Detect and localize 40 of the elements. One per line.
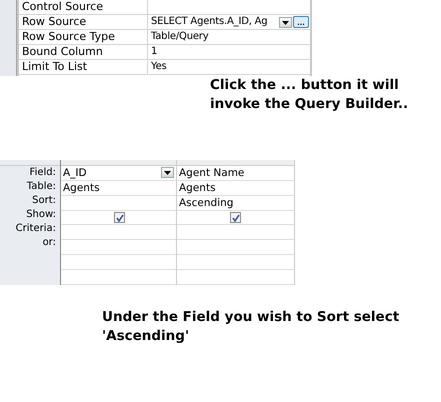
cell-text: Agents: [63, 182, 101, 194]
grid-cell[interactable]: A_ID: [61, 166, 176, 181]
show-checkbox[interactable]: [114, 212, 125, 224]
row-label: or:: [42, 236, 57, 250]
instruction-text: Click the ... button it will invoke the Query Builder..: [210, 76, 410, 114]
dropdown-button[interactable]: [279, 16, 292, 28]
property-label: Limit To List: [19, 60, 148, 74]
property-value[interactable]: 1: [148, 45, 310, 59]
property-value-text: SELECT Agents.A_ID, Ag: [151, 15, 268, 29]
property-label: Row Source Type: [19, 30, 148, 44]
property-value-text: Yes: [151, 60, 168, 74]
cell-text: Agents: [179, 182, 217, 194]
property-value[interactable]: SELECT Agents.A_ID, Ag ...: [148, 15, 310, 29]
property-value-text: Table/Query: [151, 30, 210, 44]
field-name: Agent Name: [179, 166, 246, 179]
property-label: Bound Column: [19, 45, 148, 59]
property-label: Control Source: [19, 0, 148, 14]
row-label: Criteria:: [14, 222, 57, 236]
grid-cell[interactable]: Ascending: [177, 196, 294, 211]
row-label: Sort:: [31, 194, 57, 208]
dropdown-button[interactable]: [161, 167, 174, 178]
grid-cell[interactable]: Agents: [177, 180, 294, 196]
grid-cell[interactable]: Agents: [61, 180, 176, 196]
show-checkbox[interactable]: [230, 212, 241, 224]
row-label: Table:: [26, 180, 57, 194]
grid-cell[interactable]: Agent Name: [177, 166, 294, 181]
caret-icon: [164, 171, 171, 176]
row-label: Show:: [25, 208, 57, 222]
checkmark-icon: [116, 214, 124, 222]
field-name: A_ID: [63, 166, 88, 179]
row-label: Field:: [28, 166, 57, 180]
property-value[interactable]: Table/Query: [148, 30, 310, 44]
property-value-text: 1: [151, 45, 158, 59]
cell-text: Ascending: [179, 196, 234, 209]
property-value[interactable]: Yes: [148, 60, 310, 74]
caret-icon: [282, 20, 289, 24]
builder-button[interactable]: ...: [293, 16, 309, 28]
checkmark-icon: [232, 214, 240, 222]
property-label: Row Source: [19, 15, 148, 29]
instruction-text: Under the Field you wish to Sort select 'Ascending': [102, 308, 400, 346]
